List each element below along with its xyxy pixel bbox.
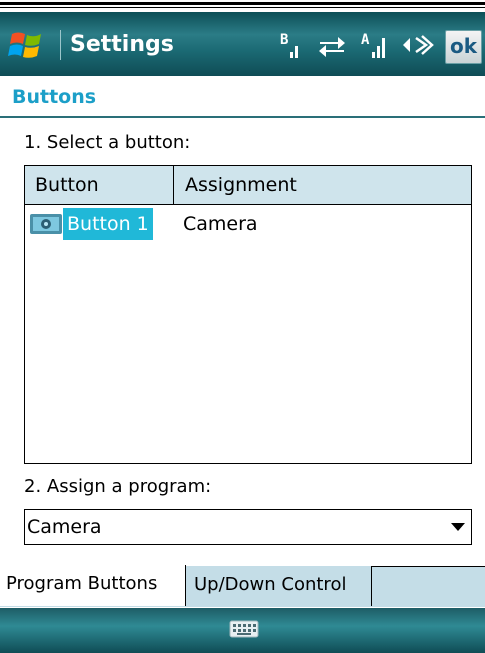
program-select[interactable]: Camera [24,509,472,545]
button-list[interactable]: Button Assignment Button 1 Camera [24,165,472,464]
section-title: Buttons [12,86,97,108]
list-item[interactable]: Button 1 Camera [25,208,471,240]
tab-up-down-control[interactable]: Up/Down Control [186,566,372,606]
program-select-value: Camera [27,516,102,538]
svg-text:A: A [361,32,370,48]
chevron-down-icon[interactable] [451,523,465,531]
assign-program-label: 2. Assign a program: [24,476,212,497]
soft-key-bar [0,608,485,653]
bluetooth-signal-icon[interactable]: B [278,30,304,60]
ok-button[interactable]: ok [445,30,482,64]
column-divider[interactable] [173,166,174,204]
data-connection-icon[interactable] [318,30,346,60]
top-border [0,0,485,12]
title-divider [60,30,61,60]
app-title: Settings [70,32,174,57]
keyboard-icon[interactable] [229,618,259,640]
volume-icon[interactable] [400,30,434,60]
column-header-button[interactable]: Button [35,166,99,204]
column-header-assignment[interactable]: Assignment [185,166,297,204]
section-header: Buttons [0,76,485,118]
windows-start-icon[interactable] [8,28,48,64]
signal-strength-icon[interactable]: A [360,30,392,60]
button-icon [30,214,62,234]
tab-strip: Program Buttons Up/Down Control [0,565,485,608]
list-header: Button Assignment [25,166,471,205]
section-divider [0,116,485,118]
list-item-button-name: Button 1 [63,208,153,240]
list-item-assignment: Camera [183,213,258,235]
tab-program-buttons[interactable]: Program Buttons [0,565,186,606]
title-bar: Settings B A ok [0,12,485,76]
svg-text:B: B [280,32,288,48]
select-button-label: 1. Select a button: [24,132,191,153]
